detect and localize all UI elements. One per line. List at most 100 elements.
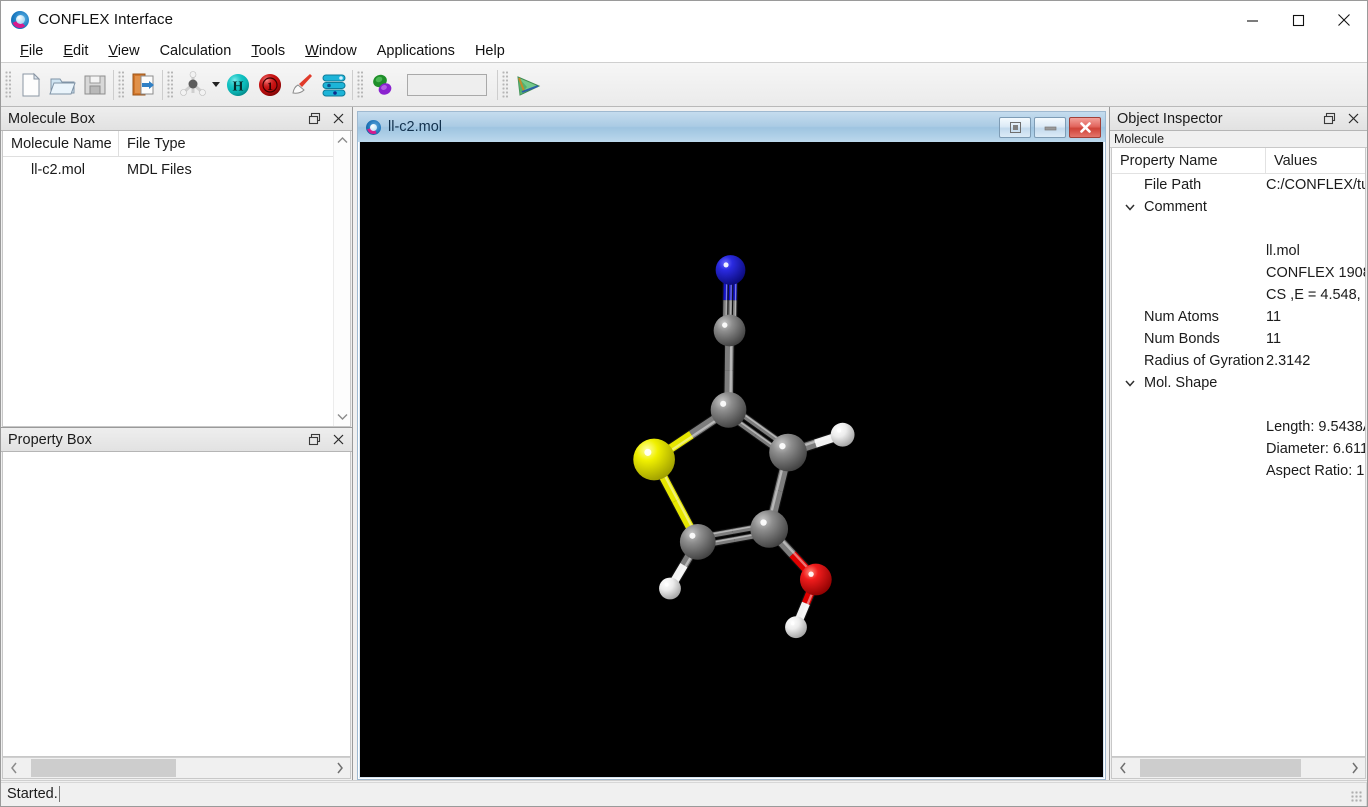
menu-applications[interactable]: Applications	[367, 40, 465, 62]
new-file-icon[interactable]	[15, 67, 47, 103]
toolbar-grip[interactable]	[5, 70, 12, 99]
tetrahedron-axis-icon[interactable]	[512, 67, 544, 103]
inspector-subvalue-row[interactable]: CS ,E = 4.548, C	[1112, 284, 1365, 306]
layers-list-icon[interactable]	[318, 67, 350, 103]
molecule-3d-canvas[interactable]	[360, 142, 1103, 777]
property-box-horizontal-scrollbar[interactable]	[2, 757, 351, 779]
inspector-row[interactable]: Num Atoms 11	[1112, 306, 1365, 328]
import-export-icon[interactable]	[128, 67, 160, 103]
toolbar-grip[interactable]	[357, 70, 364, 99]
scrollbar-track[interactable]	[25, 758, 328, 778]
open-folder-icon[interactable]	[47, 67, 79, 103]
hydrogen-atom[interactable]	[830, 422, 855, 447]
dropdown-caret-icon[interactable]	[209, 82, 222, 87]
hydrogen-atom-icon[interactable]: H	[222, 67, 254, 103]
menu-calculation[interactable]: Calculation	[150, 40, 242, 62]
inspector-subvalue-row[interactable]: Diameter: 6.611	[1112, 438, 1365, 460]
inspector-row[interactable]: Num Bonds 11	[1112, 328, 1365, 350]
object-inspector-horizontal-scrollbar[interactable]	[1111, 757, 1366, 779]
hydrogen-atom[interactable]	[785, 616, 807, 639]
resize-grip-icon[interactable]	[1351, 791, 1363, 803]
viewer-close-button[interactable]	[1069, 116, 1101, 138]
inspector-row[interactable]: File Path C:/CONFLEX/tu	[1112, 174, 1365, 196]
chevron-left-icon[interactable]	[3, 762, 25, 774]
viewer-title-bar[interactable]: ll-c2.mol	[358, 112, 1105, 142]
scrollbar-thumb[interactable]	[1140, 759, 1302, 777]
inspector-row[interactable]: Comment	[1112, 196, 1365, 218]
chevron-up-icon[interactable]	[335, 133, 350, 148]
carbon-atom[interactable]	[710, 392, 747, 428]
molecule-list[interactable]: Molecule Name File Type ll-c2.mol MDL Fi…	[3, 131, 333, 426]
viewer-canvas-wrapper	[358, 142, 1105, 779]
menu-view[interactable]: View	[98, 40, 149, 62]
property-box-float-button[interactable]	[302, 429, 326, 451]
carbon-atom[interactable]	[679, 523, 716, 560]
orbital-icon[interactable]	[367, 67, 399, 103]
molecule-list-vertical-scrollbar[interactable]	[333, 131, 350, 426]
menu-help[interactable]: Help	[465, 40, 515, 62]
viewer-minimize-button[interactable]	[1034, 116, 1066, 138]
menu-file[interactable]: File	[10, 40, 53, 62]
column-header-values[interactable]: Values	[1266, 148, 1365, 173]
scrollbar-track[interactable]	[1134, 758, 1343, 778]
column-header-file-type[interactable]: File Type	[119, 131, 333, 156]
property-box-body[interactable]	[2, 452, 351, 757]
chevron-left-icon[interactable]	[1112, 762, 1134, 774]
toolbar-grip[interactable]	[167, 70, 174, 99]
menu-edit[interactable]: Edit	[53, 40, 98, 62]
carbon-atom[interactable]	[750, 510, 789, 548]
chevron-right-icon[interactable]	[1343, 762, 1365, 774]
inspector-value-cell: 2.3142	[1266, 353, 1311, 369]
object-inspector-close-button[interactable]	[1341, 108, 1365, 130]
save-floppy-icon[interactable]	[79, 67, 111, 103]
menu-tools[interactable]: Tools	[241, 40, 295, 62]
atom-number-icon[interactable]: 1	[254, 67, 286, 103]
inspector-property-name-cell: File Path	[1112, 177, 1266, 193]
minimize-button[interactable]	[1229, 1, 1275, 39]
chevron-down-icon[interactable]	[335, 409, 350, 424]
property-box-close-button[interactable]	[326, 429, 350, 451]
nitrogen-atom[interactable]	[715, 255, 746, 285]
chevron-down-icon[interactable]	[1122, 377, 1138, 389]
oxygen-atom[interactable]	[799, 563, 832, 596]
object-inspector-body[interactable]: Property Name Values File Path C:/CONFLEX…	[1111, 148, 1366, 757]
molecule-model-icon[interactable]	[177, 67, 209, 103]
menu-window[interactable]: Window	[295, 40, 367, 62]
molecule-box-body: Molecule Name File Type ll-c2.mol MDL Fi…	[2, 131, 351, 427]
inspector-row[interactable]: Mol. Shape	[1112, 372, 1365, 394]
toolbar-grip[interactable]	[502, 70, 509, 99]
inspector-value-cell: Length: 9.5438Å	[1266, 419, 1366, 435]
carbon-atom[interactable]	[769, 433, 807, 472]
inspector-subvalue-row[interactable]: ll.mol	[1112, 240, 1365, 262]
inspector-subvalue-row[interactable]	[1112, 394, 1365, 416]
measure-pen-icon[interactable]	[286, 67, 318, 103]
column-header-molecule-name[interactable]: Molecule Name	[3, 131, 119, 156]
hydrogen-atom[interactable]	[659, 577, 681, 600]
inspector-row[interactable]: Radius of Gyration 2.3142	[1112, 350, 1365, 372]
inspector-subvalue-row[interactable]: Aspect Ratio: 1	[1112, 460, 1365, 482]
scrollbar-thumb[interactable]	[31, 759, 177, 777]
inspector-value-cell: 11	[1266, 331, 1282, 347]
svg-text:1: 1	[267, 79, 273, 93]
carbon-atom[interactable]	[713, 314, 746, 347]
column-header-property-name[interactable]: Property Name	[1112, 148, 1266, 173]
molecule-box-float-button[interactable]	[302, 108, 326, 130]
chevron-right-icon[interactable]	[328, 762, 350, 774]
inspector-property-name-cell: Comment	[1112, 199, 1266, 215]
inspector-subvalue-row[interactable]: CONFLEX 1908	[1112, 262, 1365, 284]
close-button[interactable]	[1321, 1, 1367, 39]
inspector-property-name-cell: Radius of Gyration	[1112, 353, 1266, 369]
chevron-down-icon[interactable]	[1122, 201, 1138, 213]
inspector-subvalue-row[interactable]: Length: 9.5438Å	[1112, 416, 1365, 438]
viewer-restore-button[interactable]	[999, 116, 1031, 138]
table-row[interactable]: ll-c2.mol MDL Files	[3, 157, 333, 183]
orbital-value-input[interactable]	[407, 73, 487, 96]
maximize-button[interactable]	[1275, 1, 1321, 39]
sulfur-atom[interactable]	[633, 438, 675, 481]
molecule-box-close-button[interactable]	[326, 108, 350, 130]
object-inspector-float-button[interactable]	[1317, 108, 1341, 130]
inspector-subvalue-row[interactable]	[1112, 218, 1365, 240]
toolbar-grip[interactable]	[118, 70, 125, 99]
inspector-property-name-cell: Mol. Shape	[1112, 375, 1266, 391]
status-message-cell: Started.	[1, 781, 1367, 806]
